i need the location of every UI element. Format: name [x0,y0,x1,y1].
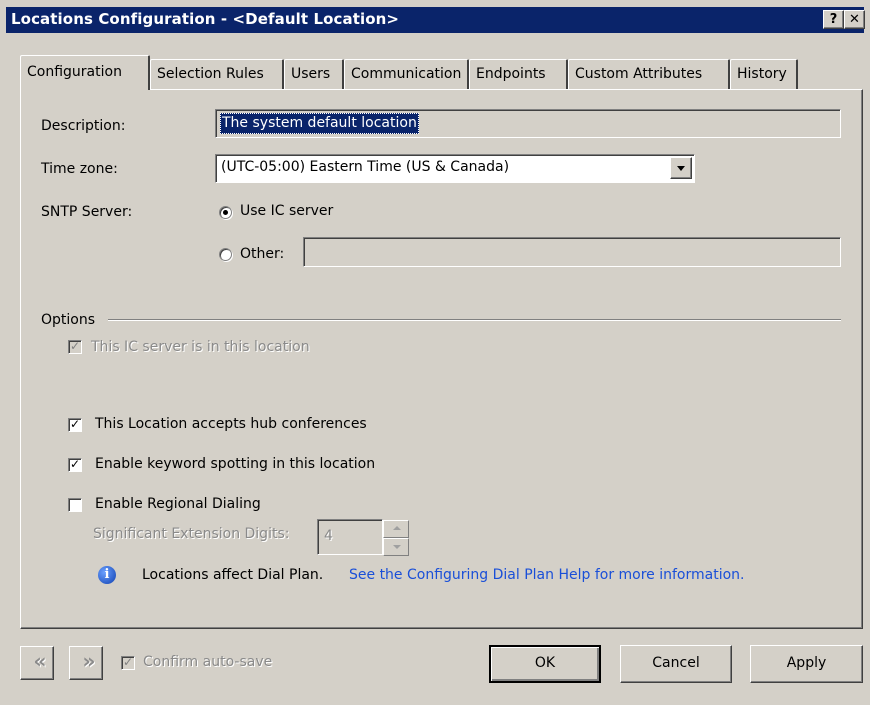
options-divider [108,319,841,321]
keyword-spotting-label[interactable]: Enable keyword spotting in this location [95,456,375,472]
tab-users[interactable]: Users [284,59,344,89]
spin-up-icon [383,520,409,538]
sig-ext-digits-input: 4 [317,519,383,555]
sntp-use-ic-radio[interactable] [219,206,232,219]
previous-button[interactable]: « [20,646,54,680]
sntp-other-input[interactable] [303,237,841,267]
options-group-label: Options [41,312,96,328]
help-button[interactable]: ? [823,10,844,29]
regional-dialing-label[interactable]: Enable Regional Dialing [95,496,261,512]
timezone-label: Time zone: [41,161,118,177]
description-value: The system default location [220,113,419,134]
close-button[interactable]: ✕ [844,10,865,29]
sntp-use-ic-label: Use IC server [240,203,334,219]
tab-configuration[interactable]: Configuration [20,55,150,90]
ic-server-here-checkbox: ✓ [68,339,82,354]
tab-selection-rules[interactable]: Selection Rules [150,59,284,89]
ic-server-here-label: This IC server is in this location [91,339,310,355]
apply-button[interactable]: Apply [750,645,863,683]
timezone-dropdown[interactable]: (UTC-05:00) Eastern Time (US & Canada) [215,154,695,183]
sig-ext-digits-label: Significant Extension Digits: [93,526,290,542]
chevron-down-icon[interactable] [670,157,692,179]
sntp-label: SNTP Server: [41,204,133,220]
window-title: Locations Configuration - <Default Locat… [11,10,400,28]
timezone-value: (UTC-05:00) Eastern Time (US & Canada) [221,159,510,175]
tab-history[interactable]: History [730,59,798,89]
next-button[interactable]: » [69,646,103,680]
sig-ext-digits-spinner: 4 [317,519,411,557]
tab-custom-attributes[interactable]: Custom Attributes [568,59,730,89]
description-label: Description: [41,118,126,134]
info-icon: i [98,566,116,584]
dial-plan-help-link[interactable]: See the Configuring Dial Plan Help for m… [349,567,745,583]
sntp-other-radio[interactable] [219,248,232,261]
confirm-autosave-label: Confirm auto-save [143,654,273,670]
locations-config-dialog: Locations Configuration - <Default Locat… [0,0,870,705]
hub-conferences-checkbox[interactable]: ✓ [68,418,82,432]
sig-ext-digits-value: 4 [324,528,333,544]
confirm-autosave-checkbox[interactable]: ✓ [121,656,135,670]
ok-button[interactable]: OK [489,645,601,683]
tab-communication[interactable]: Communication [344,59,469,89]
hub-conferences-label[interactable]: This Location accepts hub conferences [95,416,367,432]
title-bar[interactable]: Locations Configuration - <Default Locat… [6,7,865,33]
sntp-other-label: Other: [240,246,285,262]
cancel-button[interactable]: Cancel [620,645,732,683]
spin-down-icon [383,538,409,556]
description-field[interactable]: The system default location [215,109,841,138]
regional-dialing-checkbox[interactable] [68,498,82,512]
keyword-spotting-checkbox[interactable]: ✓ [68,458,82,472]
configuration-panel: Description: The system default location… [20,89,863,629]
info-text: Locations affect Dial Plan. [142,567,324,583]
tab-endpoints[interactable]: Endpoints [469,59,568,89]
